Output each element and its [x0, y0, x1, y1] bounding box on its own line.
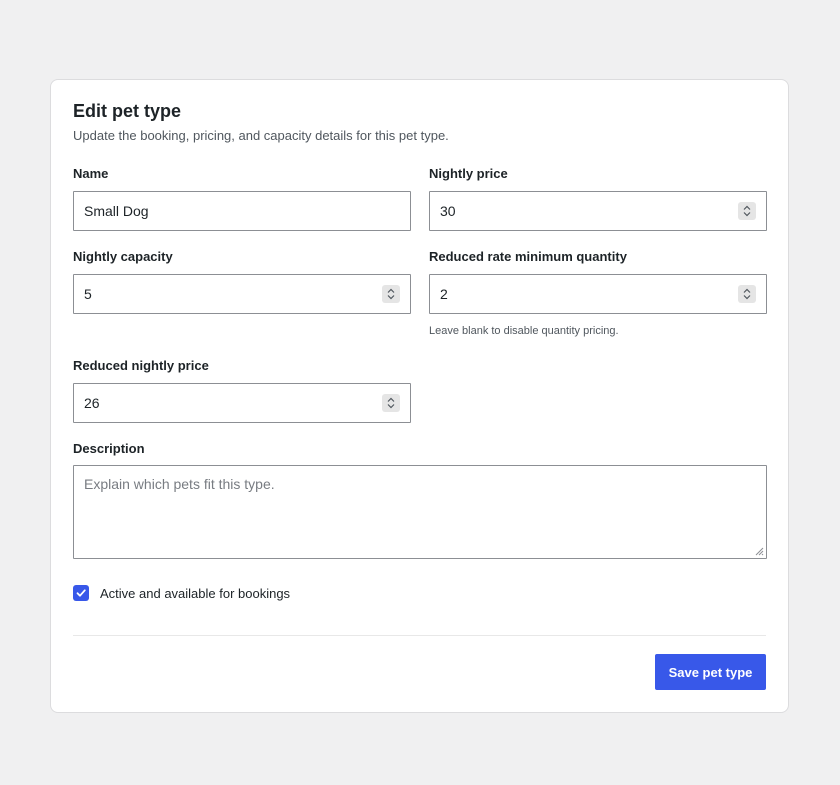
description-textarea[interactable]: Explain which pets fit this type.	[73, 465, 767, 559]
divider	[73, 635, 766, 636]
reduced-price-input[interactable]: 26	[73, 383, 411, 423]
page-subtitle: Update the booking, pricing, and capacit…	[73, 128, 449, 143]
edit-pet-type-card: Edit pet type Update the booking, pricin…	[50, 79, 789, 713]
stepper-icon[interactable]	[738, 285, 756, 303]
reduced-price-field-group: Reduced nightly price 26	[73, 358, 411, 423]
nightly-price-label: Nightly price	[429, 166, 508, 181]
active-checkbox[interactable]	[73, 585, 89, 601]
reduced-min-qty-input[interactable]: 2	[429, 274, 767, 314]
nightly-capacity-input[interactable]: 5	[73, 274, 411, 314]
nightly-price-input[interactable]: 30	[429, 191, 767, 231]
name-label: Name	[73, 166, 109, 181]
active-checkbox-row[interactable]: Active and available for bookings	[73, 585, 290, 601]
nightly-capacity-value: 5	[84, 286, 92, 302]
description-label: Description	[73, 441, 145, 456]
reduced-min-qty-value: 2	[440, 286, 448, 302]
name-field-group: Name Small Dog	[73, 166, 411, 231]
reduced-min-qty-label: Reduced rate minimum quantity	[429, 249, 627, 264]
reduced-min-qty-help: Leave blank to disable quantity pricing.	[429, 325, 619, 337]
reduced-price-value: 26	[84, 395, 100, 411]
stepper-icon[interactable]	[738, 202, 756, 220]
name-input[interactable]: Small Dog	[73, 191, 411, 231]
nightly-price-value: 30	[440, 203, 456, 219]
nightly-capacity-field-group: Nightly capacity 5	[73, 249, 411, 314]
save-pet-type-button[interactable]: Save pet type	[655, 654, 766, 690]
name-value: Small Dog	[84, 203, 149, 219]
checkmark-icon	[76, 589, 86, 597]
nightly-price-field-group: Nightly price 30	[429, 166, 767, 231]
nightly-capacity-label: Nightly capacity	[73, 249, 173, 264]
description-field-group: Description Explain which pets fit this …	[73, 441, 767, 559]
stepper-icon[interactable]	[382, 285, 400, 303]
resize-grip-icon[interactable]	[754, 546, 764, 556]
page-title: Edit pet type	[73, 101, 182, 121]
reduced-price-label: Reduced nightly price	[73, 358, 209, 373]
active-checkbox-label: Active and available for bookings	[100, 585, 291, 601]
reduced-min-qty-field-group: Reduced rate minimum quantity 2 Leave bl…	[429, 249, 767, 338]
stepper-icon[interactable]	[382, 394, 400, 412]
description-placeholder: Explain which pets fit this type.	[84, 476, 275, 492]
